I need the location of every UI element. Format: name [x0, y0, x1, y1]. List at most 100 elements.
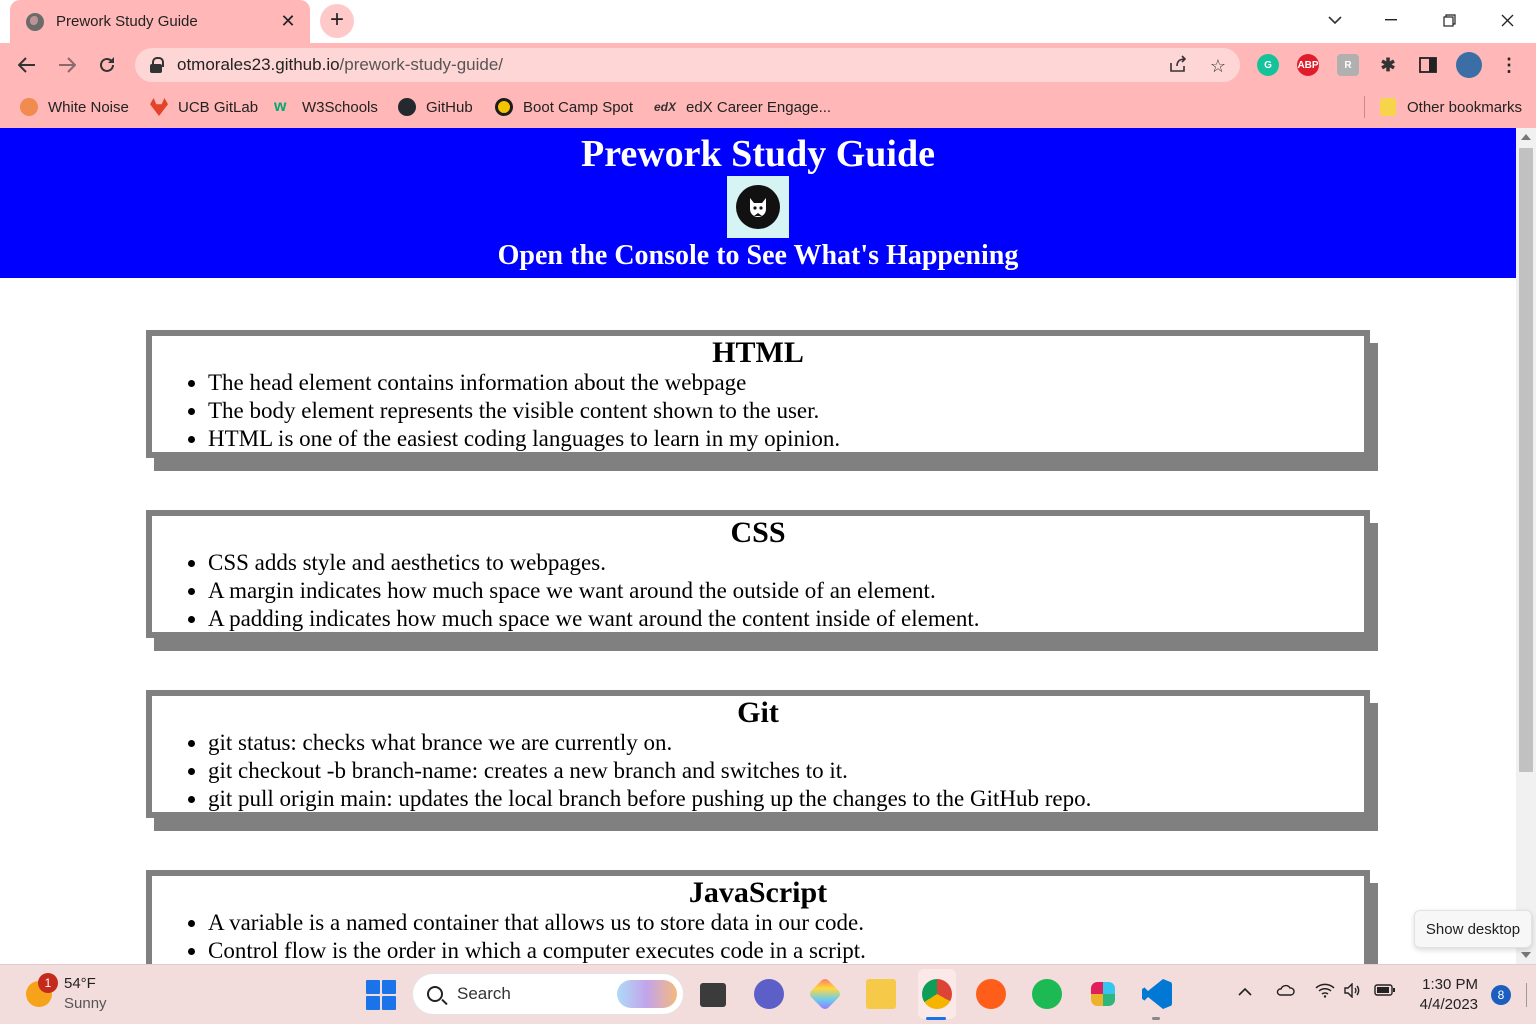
- globe-icon: [26, 12, 44, 31]
- section-list: CSS adds style and aesthetics to webpage…: [202, 549, 1364, 633]
- weather-condition[interactable]: Sunny: [64, 995, 107, 1012]
- list-item: git status: checks what brance we are cu…: [208, 729, 1364, 757]
- page-viewport: Prework Study Guide Open the Console to …: [0, 128, 1516, 964]
- weather-temperature[interactable]: 54°F: [64, 975, 96, 992]
- taskbar-search[interactable]: Search: [412, 973, 684, 1015]
- list-item: A padding indicates how much space we wa…: [208, 605, 1364, 633]
- minimize-button[interactable]: [1362, 0, 1420, 40]
- tab-close-icon[interactable]: ✕: [278, 11, 298, 32]
- task-view-icon[interactable]: [700, 983, 726, 1007]
- crunchyroll-icon[interactable]: [976, 979, 1006, 1009]
- edx-icon: edX: [654, 100, 677, 114]
- page-title: Prework Study Guide: [580, 133, 935, 175]
- section-javascript: JavaScript A variable is a named contain…: [146, 870, 1370, 964]
- onedrive-cloud-icon[interactable]: [1274, 983, 1296, 1001]
- grammarly-icon[interactable]: G: [1257, 54, 1279, 76]
- new-tab-button[interactable]: +: [320, 4, 354, 38]
- teams-chat-icon[interactable]: [754, 979, 784, 1009]
- list-item: A variable is a named container that all…: [208, 909, 1364, 937]
- section-heading: HTML: [712, 336, 804, 369]
- bookmark-edx[interactable]: edX edX Career Engage...: [654, 95, 831, 119]
- section-heading: JavaScript: [688, 876, 828, 909]
- vscode-icon[interactable]: [1142, 979, 1172, 1009]
- w3schools-icon: w: [274, 98, 287, 115]
- puzzle-extensions-icon[interactable]: ✱: [1377, 54, 1399, 76]
- section-html: HTML The head element contains informati…: [146, 330, 1370, 458]
- bookmark-boot-camp-spot[interactable]: Boot Camp Spot: [495, 95, 633, 119]
- list-item: Control flow is the order in which a com…: [208, 937, 1364, 964]
- running-app-indicator: [1152, 1017, 1160, 1020]
- list-item: HTML is one of the easiest coding langua…: [208, 425, 1364, 453]
- tab-title: Prework Study Guide: [56, 13, 198, 30]
- show-desktop-button[interactable]: [1526, 983, 1527, 1007]
- profile-avatar[interactable]: [1456, 52, 1482, 78]
- section-heading: CSS: [730, 516, 786, 549]
- white-noise-icon: [20, 98, 38, 116]
- list-item: A margin indicates how much space we wan…: [208, 577, 1364, 605]
- list-item: The body element represents the visible …: [208, 397, 1364, 425]
- back-arrow-icon[interactable]: [11, 49, 43, 81]
- logo: [727, 176, 789, 238]
- side-panel-icon[interactable]: [1417, 54, 1439, 76]
- cat-logo-icon: [736, 185, 780, 229]
- forward-arrow-icon[interactable]: [51, 49, 83, 81]
- search-highlight-image: [617, 980, 677, 1008]
- bookmark-white-noise[interactable]: White Noise: [20, 95, 129, 119]
- clock-time[interactable]: 1:30 PM: [1416, 976, 1478, 993]
- list-item: The head element contains information ab…: [208, 369, 1364, 397]
- app-diamond-icon[interactable]: [808, 977, 842, 1011]
- chrome-icon[interactable]: [922, 979, 952, 1009]
- section-git: Git git status: checks what brance we ar…: [146, 690, 1370, 818]
- folder-icon: [1380, 98, 1396, 116]
- slack-icon[interactable]: [1091, 982, 1115, 1006]
- search-icon: [427, 986, 443, 1002]
- search-placeholder: Search: [457, 984, 511, 1003]
- list-item: git checkout -b branch-name: creates a n…: [208, 757, 1364, 785]
- tab-search-chevron-icon[interactable]: [1306, 0, 1364, 40]
- bookmark-w3schools[interactable]: w W3Schools: [274, 95, 378, 119]
- address-bar[interactable]: otmorales23.github.io/prework-study-guid…: [135, 48, 1240, 82]
- section-list: The head element contains information ab…: [202, 369, 1364, 453]
- site-header: Prework Study Guide Open the Console to …: [0, 128, 1516, 278]
- wifi-icon[interactable]: [1314, 983, 1336, 1003]
- clock-date[interactable]: 4/4/2023: [1412, 996, 1478, 1013]
- volume-icon[interactable]: [1342, 982, 1364, 1003]
- section-css: CSS CSS adds style and aesthetics to web…: [146, 510, 1370, 638]
- taskbar: 1 54°F Sunny Search 1:30 PM 4/4/2023 8: [0, 964, 1536, 1024]
- weather-badge: 1: [38, 973, 58, 993]
- tab-strip: Prework Study Guide ✕ +: [0, 0, 1536, 43]
- menu-kebab-icon[interactable]: ⋮: [1498, 54, 1520, 76]
- other-bookmarks-folder[interactable]: Other bookmarks: [1380, 95, 1522, 119]
- battery-icon[interactable]: [1374, 983, 1396, 1001]
- bookmark-github[interactable]: GitHub: [398, 95, 473, 119]
- scroll-down-icon[interactable]: [1521, 952, 1531, 958]
- reload-icon[interactable]: [91, 49, 123, 81]
- url-text: otmorales23.github.io/prework-study-guid…: [177, 55, 504, 74]
- github-icon: [398, 98, 416, 116]
- page-subtitle: Open the Console to See What's Happening: [497, 240, 1019, 271]
- section-list: A variable is a named container that all…: [202, 909, 1364, 964]
- extension-icon[interactable]: R: [1337, 54, 1359, 76]
- list-item: CSS adds style and aesthetics to webpage…: [208, 549, 1364, 577]
- scrollbar-thumb[interactable]: [1519, 148, 1533, 772]
- file-explorer-icon[interactable]: [866, 979, 896, 1009]
- lock-icon: [149, 57, 164, 73]
- active-app-indicator: [926, 1017, 946, 1020]
- notification-badge[interactable]: 8: [1491, 985, 1511, 1005]
- list-item: git pull origin main: updates the local …: [208, 785, 1364, 813]
- section-heading: Git: [737, 696, 779, 729]
- share-icon[interactable]: [1167, 55, 1189, 77]
- bookmark-ucb-gitlab[interactable]: UCB GitLab: [150, 95, 258, 119]
- browser-tab[interactable]: Prework Study Guide ✕: [10, 0, 310, 43]
- bookmark-star-icon[interactable]: ☆: [1207, 55, 1229, 77]
- spotify-icon[interactable]: [1032, 979, 1062, 1009]
- adblock-plus-icon[interactable]: ABP: [1297, 54, 1319, 76]
- restore-button[interactable]: [1420, 0, 1478, 40]
- show-desktop-tooltip: Show desktop: [1414, 910, 1532, 948]
- page-scrollbar[interactable]: [1516, 128, 1536, 964]
- start-button[interactable]: [366, 980, 396, 1010]
- tray-chevron-up-icon[interactable]: [1234, 983, 1256, 1001]
- bookmarks-separator: [1364, 96, 1365, 118]
- close-window-button[interactable]: [1478, 0, 1536, 40]
- scroll-up-icon[interactable]: [1521, 134, 1531, 140]
